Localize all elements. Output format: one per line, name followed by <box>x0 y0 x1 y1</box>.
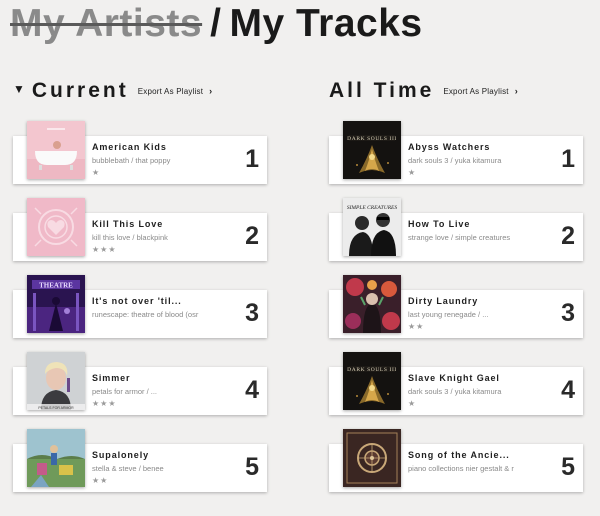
track-info: Slave Knight Gael dark souls 3 / yuka kit… <box>408 373 548 408</box>
all-time-column: All Time Export As Playlist › DARK SOULS… <box>329 78 597 492</box>
svg-text:PETALS FOR ARMOR: PETALS FOR ARMOR <box>38 406 74 410</box>
track-name: Song of the Ancie... <box>408 450 510 460</box>
all-time-title: All Time <box>329 79 435 102</box>
track-album-artist: last young renegade / ... <box>408 310 489 319</box>
svg-text:THEATRE: THEATRE <box>39 282 73 290</box>
album-art[interactable]: DARK SOULS III <box>343 352 401 410</box>
track-info: Dirty Laundry last young renegade / ... ★★ <box>408 296 548 331</box>
album-art[interactable] <box>27 121 85 179</box>
rank-number: 1 <box>245 145 259 173</box>
current-column: ▼ Current Export As Playlist › American … <box>13 78 281 492</box>
track-name: Slave Knight Gael <box>408 373 500 383</box>
track-album-artist: stella & steve / benee <box>92 464 164 473</box>
collapse-triangle-icon[interactable]: ▼ <box>13 82 25 96</box>
my-tracks-heading: My Tracks <box>229 2 423 45</box>
track-card[interactable]: THEATRE It's not over 'til... runescape: t… <box>13 275 267 338</box>
rank-number: 5 <box>561 453 575 481</box>
rank-number: 1 <box>561 145 575 173</box>
track-name: How To Live <box>408 219 471 229</box>
rank-number: 4 <box>245 376 259 404</box>
svg-text:DARK SOULS III: DARK SOULS III <box>347 367 397 373</box>
track-info: American Kids bubblebath / that poppy ★ <box>92 142 232 177</box>
rank-number: 5 <box>245 453 259 481</box>
rank-number: 3 <box>561 299 575 327</box>
track-card[interactable]: DARK SOULS III Abyss Watchers dark souls 3… <box>329 121 583 184</box>
star-rating: ★★ <box>92 476 109 485</box>
track-name: It's not over 'til... <box>92 296 182 306</box>
current-header: ▼ Current Export As Playlist › <box>13 78 281 104</box>
current-title: Current <box>31 79 129 102</box>
track-name: Supalonely <box>92 450 150 460</box>
track-card[interactable]: DARK SOULS III Slave Knight Gael dark soul… <box>329 352 583 415</box>
track-album-artist: dark souls 3 / yuka kitamura <box>408 387 502 396</box>
track-album-artist: strange love / simple creatures <box>408 233 511 242</box>
page-title: My Artists / My Tracks <box>10 2 423 46</box>
my-artists-link[interactable]: My Artists <box>10 2 202 45</box>
export-playlist-all-time-button[interactable]: Export As Playlist › <box>443 86 518 96</box>
album-art[interactable]: DARK SOULS III <box>343 121 401 179</box>
track-card[interactable]: Dirty Laundry last young renegade / ... ★★… <box>329 275 583 338</box>
export-playlist-current-button[interactable]: Export As Playlist › <box>138 86 213 96</box>
track-info: Supalonely stella & steve / benee ★★ <box>92 450 232 485</box>
track-info: How To Live strange love / simple creatur… <box>408 219 548 245</box>
track-card[interactable]: American Kids bubblebath / that poppy ★ 1 <box>13 121 267 184</box>
svg-text:SIMPLE CREATURES: SIMPLE CREATURES <box>347 205 398 211</box>
track-info: Abyss Watchers dark souls 3 / yuka kitamu… <box>408 142 548 177</box>
star-rating: ★ <box>408 168 417 177</box>
chevron-right-icon: › <box>514 86 518 96</box>
track-info: It's not over 'til... runescape: theatre … <box>92 296 232 322</box>
track-info: Simmer petals for armor / ... ★★★ <box>92 373 232 408</box>
rank-number: 4 <box>561 376 575 404</box>
track-name: Abyss Watchers <box>408 142 491 152</box>
track-card[interactable]: SIMPLE CREATURES How To Live strange love … <box>329 198 583 261</box>
track-card[interactable]: Kill This Love kill this love / blackpink… <box>13 198 267 261</box>
track-album-artist: kill this love / blackpink <box>92 233 168 242</box>
track-info: Kill This Love kill this love / blackpink… <box>92 219 232 254</box>
all-time-header: All Time Export As Playlist › <box>329 78 597 104</box>
chevron-right-icon: › <box>209 86 213 96</box>
track-album-artist: petals for armor / ... <box>92 387 158 396</box>
export-label: Export As Playlist <box>443 86 509 96</box>
track-name: Kill This Love <box>92 219 164 229</box>
track-card[interactable]: Song of the Ancie... piano collections ni… <box>329 429 583 492</box>
star-rating: ★ <box>408 399 417 408</box>
rank-number: 2 <box>245 222 259 250</box>
star-rating: ★★★ <box>92 399 117 408</box>
track-card[interactable]: Supalonely stella & steve / benee ★★ 5 <box>13 429 267 492</box>
track-info: Song of the Ancie... piano collections ni… <box>408 450 548 476</box>
album-art[interactable]: SIMPLE CREATURES <box>343 198 401 256</box>
rank-number: 2 <box>561 222 575 250</box>
star-rating: ★ <box>92 168 101 177</box>
export-label: Export As Playlist <box>137 86 204 96</box>
track-album-artist: bubblebath / that poppy <box>92 156 171 165</box>
rank-number: 3 <box>245 299 259 327</box>
svg-text:DARK SOULS III: DARK SOULS III <box>347 136 397 142</box>
track-name: Dirty Laundry <box>408 296 479 306</box>
album-art[interactable] <box>27 198 85 256</box>
title-separator: / <box>210 2 222 45</box>
album-art[interactable] <box>27 429 85 487</box>
star-rating: ★★★ <box>92 245 117 254</box>
album-art[interactable] <box>343 275 401 333</box>
album-art[interactable] <box>343 429 401 487</box>
track-name: American Kids <box>92 142 167 152</box>
track-album-artist: runescape: theatre of blood (osr <box>92 310 199 319</box>
track-card[interactable]: PETALS FOR ARMOR Simmer petals for armor /… <box>13 352 267 415</box>
track-album-artist: piano collections nier gestalt & r <box>408 464 514 473</box>
album-art[interactable]: THEATRE <box>27 275 85 333</box>
star-rating: ★★ <box>408 322 425 331</box>
album-art[interactable]: PETALS FOR ARMOR <box>27 352 85 410</box>
track-name: Simmer <box>92 373 131 383</box>
track-album-artist: dark souls 3 / yuka kitamura <box>408 156 502 165</box>
